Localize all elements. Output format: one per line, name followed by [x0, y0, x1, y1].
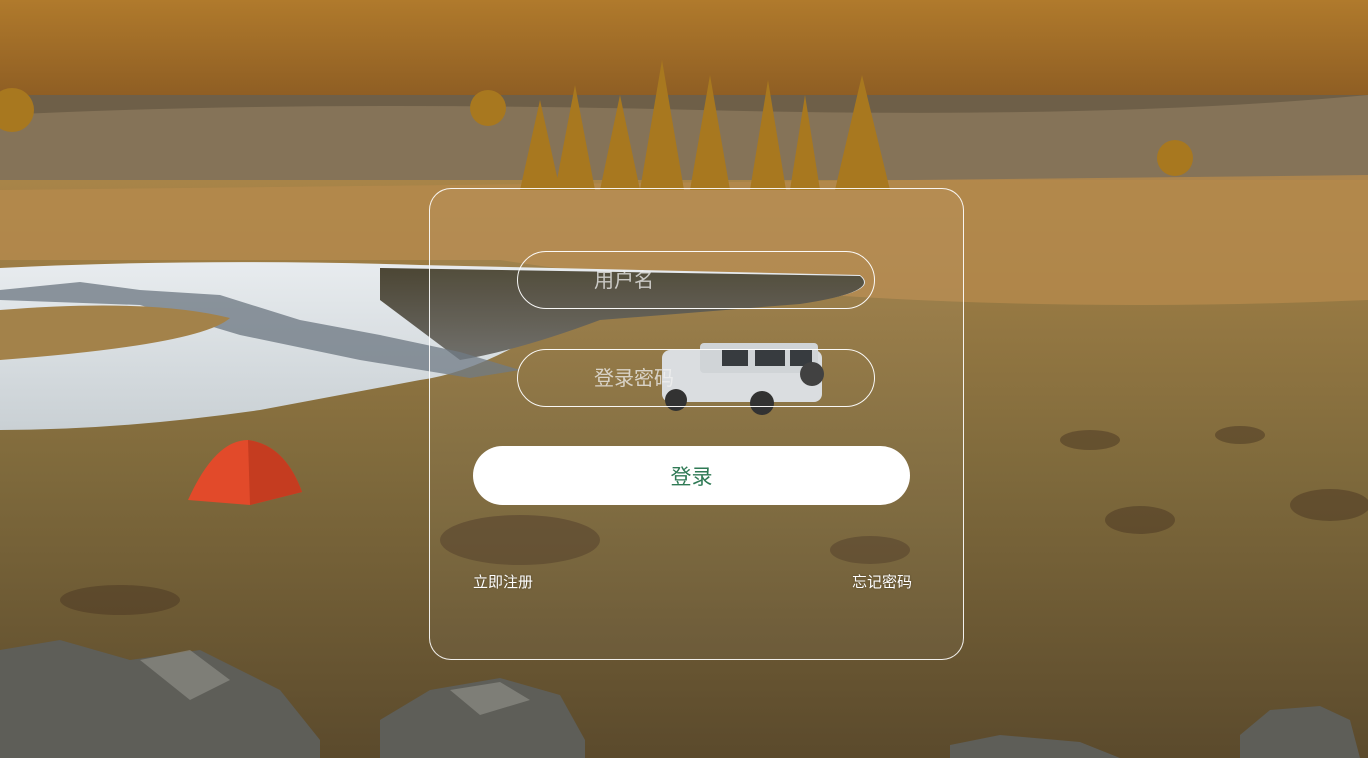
login-panel: 登录 立即注册 忘记密码	[429, 188, 964, 660]
register-link[interactable]: 立即注册	[473, 571, 533, 592]
forgot-password-link[interactable]: 忘记密码	[852, 571, 912, 592]
username-input[interactable]	[517, 251, 875, 309]
login-button[interactable]: 登录	[473, 446, 910, 505]
password-input[interactable]	[517, 349, 875, 407]
